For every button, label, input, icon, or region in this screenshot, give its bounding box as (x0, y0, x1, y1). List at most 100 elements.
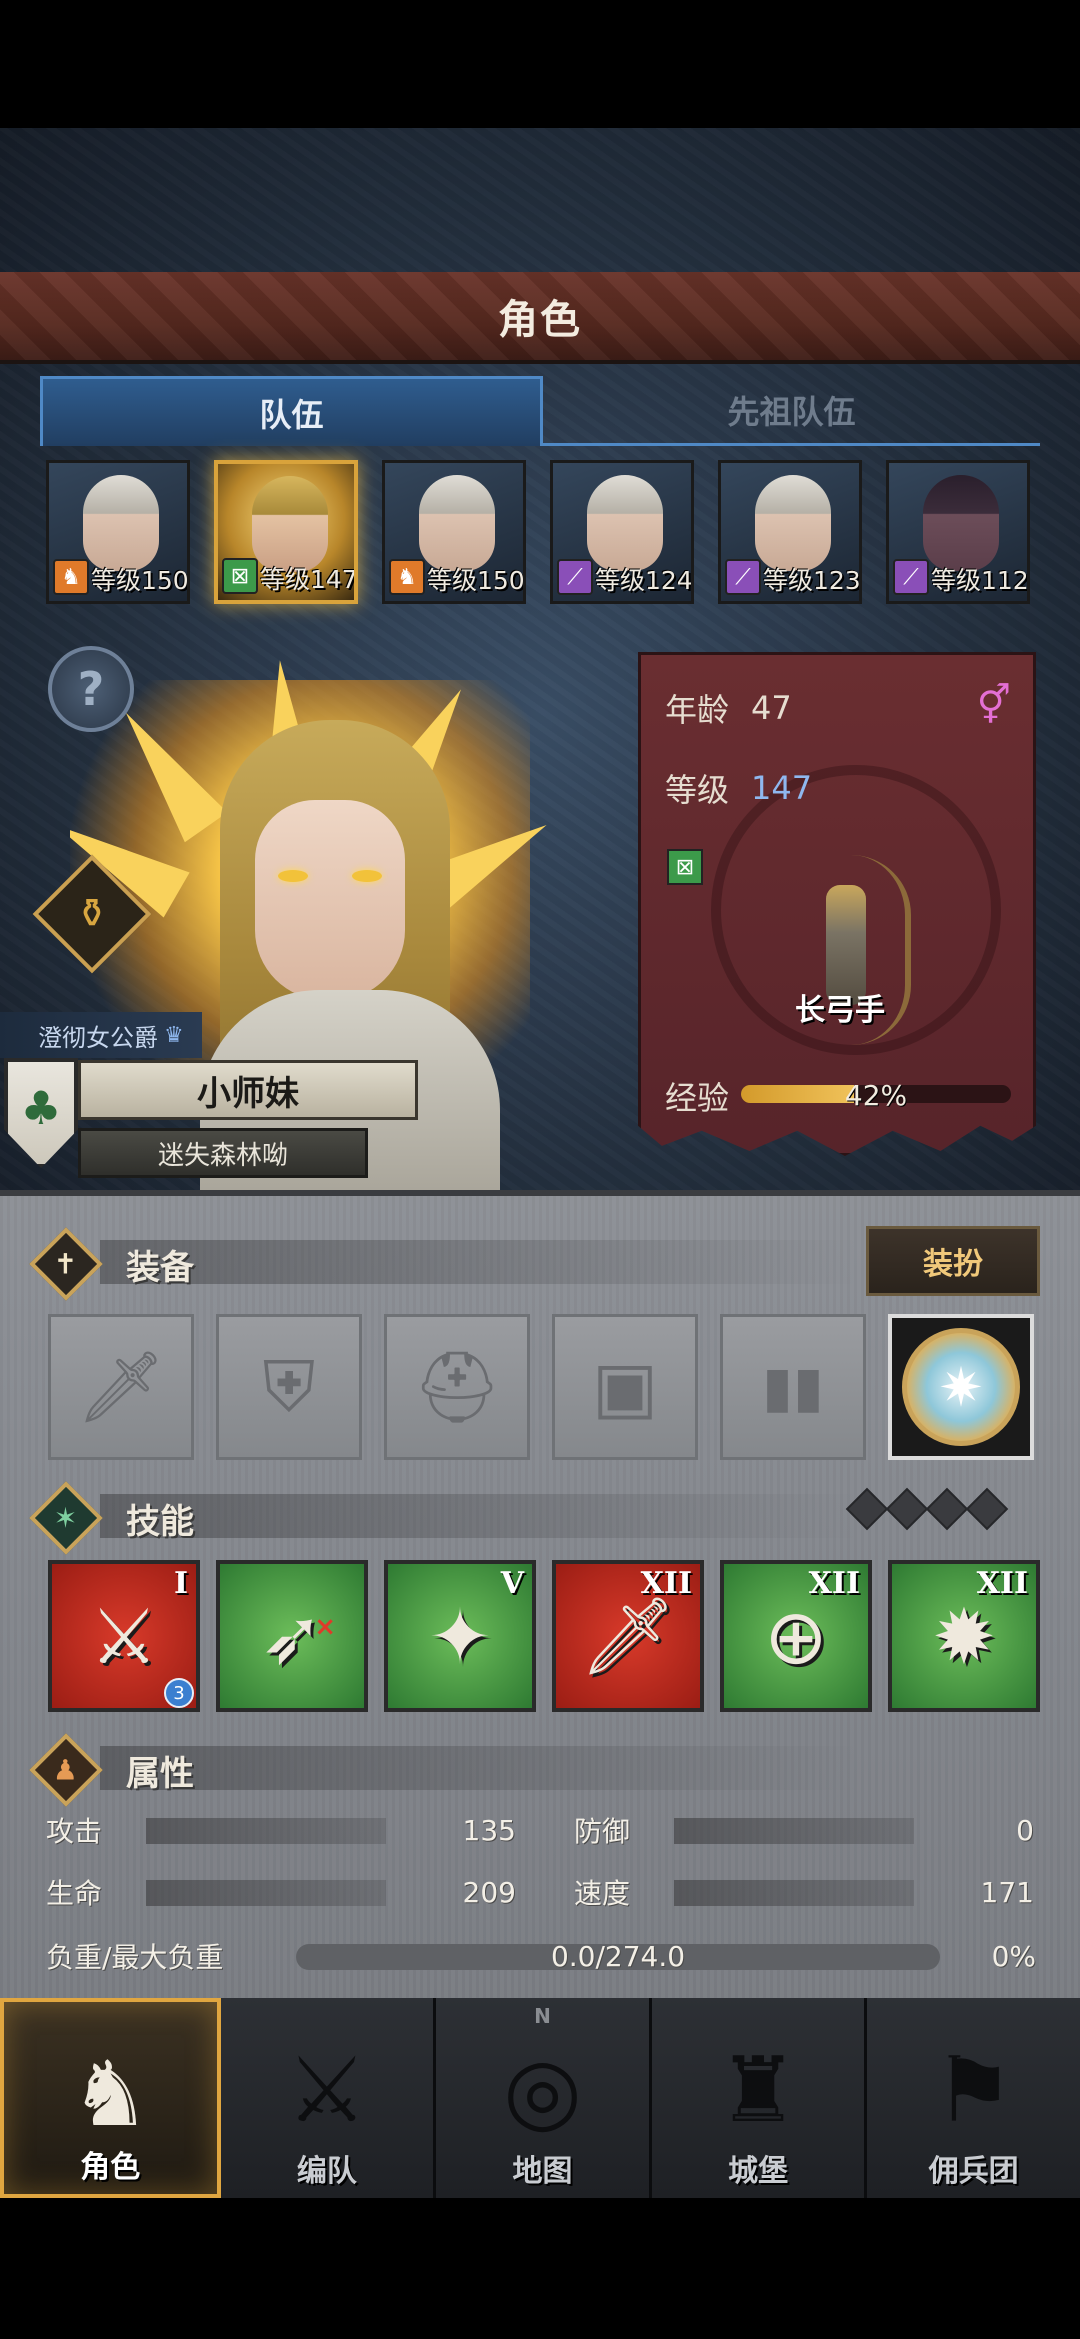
hero-slot-6[interactable]: ⟋ 等级112 (886, 460, 1030, 604)
medallion-icon: ✷ (902, 1328, 1020, 1446)
horse-icon: ♞ (53, 559, 89, 595)
skill-5[interactable]: ⊕ XII (720, 1560, 872, 1712)
skills-header: ✶ 技能 (29, 1481, 194, 1555)
skill-pip (845, 1487, 889, 1531)
skill-point-pips (845, 1487, 1009, 1531)
nav-map[interactable]: N ◎ 地图 (436, 1998, 652, 2198)
tab-ancestor-team[interactable]: 先祖队伍 (543, 376, 1040, 446)
skills-title: 技能 (126, 1501, 194, 1542)
skill-6[interactable]: ✹ XII (888, 1560, 1040, 1712)
hero-slot-1[interactable]: ♞ 等级150 (46, 460, 190, 604)
age-label: 年龄 (665, 691, 730, 729)
nav-label: 城堡 (728, 2154, 789, 2189)
hero-portrait (419, 475, 495, 571)
stat-track (674, 1880, 914, 1906)
skill-3[interactable]: ✦ V (384, 1560, 536, 1712)
team-tabs: 队伍 先祖队伍 (40, 376, 1040, 446)
staff-icon: ⟋ (893, 559, 929, 595)
exp-label: 经验 (665, 1079, 730, 1117)
character-info-card: 年龄 47 ⚥ 等级 147 ⊠ 长弓手 经验 42% (638, 652, 1036, 1156)
noble-title-text: 澄彻女公爵 (38, 1023, 158, 1052)
tab-team[interactable]: 队伍 (40, 376, 543, 446)
page-title: 角色 (498, 297, 582, 343)
level-label: 等级 (665, 771, 730, 809)
skill-1[interactable]: ⚔ I 3 (48, 1560, 200, 1712)
skill-2[interactable]: ➶ × (216, 1560, 368, 1712)
nav-character[interactable]: ♞ 角色 (0, 1998, 221, 2198)
hero-roster: ♞ 等级150 ⊠ 等级147 ♞ 等级150 ⟋ 等级124 ⟋ 等级123 … (46, 460, 1046, 606)
hero-portrait (83, 475, 159, 571)
nav-mercenary[interactable]: ⚑ 佣兵团 (867, 1998, 1080, 2198)
skill-rank: XII (976, 1566, 1028, 1601)
star-icon: ✶ (29, 1481, 103, 1555)
skill-rank: XII (640, 1566, 692, 1601)
hp-label: 生命 (46, 1877, 103, 1910)
hp-stat: 生命 209 (46, 1872, 516, 1912)
class-name: 长弓手 (795, 993, 885, 1028)
compass-map-icon: ◎ (503, 2038, 582, 2143)
age-row: 年龄 47 (665, 685, 792, 731)
section-bar (100, 1494, 860, 1538)
hero-slot-5[interactable]: ⟋ 等级123 (718, 460, 862, 604)
target-skill-icon: ⊕ (764, 1591, 828, 1681)
portrait-face (255, 800, 405, 1000)
helmet-icon: ⛑ (412, 1345, 502, 1428)
staff-icon: ⟋ (557, 559, 593, 595)
stat-track (146, 1880, 386, 1906)
skill-rank: I (173, 1566, 188, 1601)
speed-value: 171 (980, 1875, 1034, 1909)
shield-icon: ⛨ (262, 1345, 316, 1428)
portrait-eye (352, 870, 382, 882)
skill-pip (885, 1487, 929, 1531)
load-label: 负重/最大负重 (46, 1941, 224, 1974)
boots-slot[interactable]: ▮▮ (720, 1314, 866, 1460)
horse-icon: ♞ (389, 559, 425, 595)
blade-skill-icon: 🗡 (579, 1591, 677, 1680)
hero-slot-2[interactable]: ⊠ 等级147 (214, 460, 358, 604)
attack-stat: 攻击 135 (46, 1810, 516, 1850)
crown-icon: ♛ (164, 1022, 184, 1048)
skill-pip (925, 1487, 969, 1531)
hero-level: 等级147 (260, 565, 358, 594)
knight-icon: ♞ (69, 2042, 151, 2147)
nav-castle[interactable]: ♜ 城堡 (651, 1998, 868, 2198)
formation-icon: ⚔ (286, 2038, 368, 2143)
hero-slot-3[interactable]: ♞ 等级150 (382, 460, 526, 604)
defense-value: 0 (1016, 1813, 1034, 1847)
shield-slot[interactable]: ⛨ (216, 1314, 362, 1460)
armor-icon: ▣ (591, 1346, 659, 1428)
weapon-slot[interactable]: 🗡 (48, 1314, 194, 1460)
age-value: 47 (751, 689, 792, 727)
hero-level: 等级112 (931, 566, 1029, 595)
status-bar-area (0, 0, 1080, 128)
attack-value: 135 (462, 1813, 516, 1847)
home-indicator-area (0, 2198, 1080, 2339)
helmet-slot[interactable]: ⛑ (384, 1314, 530, 1460)
sword-icon: 🗡 (76, 1345, 166, 1428)
hero-level: 等级150 (427, 566, 525, 595)
page-title-banner: 角色 (0, 272, 1080, 364)
hero-portrait (923, 475, 999, 571)
dress-up-button[interactable]: 装扮 (866, 1226, 1040, 1296)
nav-formation[interactable]: ⚔ 编队 (220, 1998, 437, 2198)
level-value: 147 (751, 769, 813, 807)
character-name[interactable]: 小师妹 (78, 1060, 418, 1120)
skill-rank: V (500, 1566, 524, 1601)
banner-icon: ⚑ (933, 2038, 1015, 2143)
nav-label: 佣兵团 (928, 2154, 1019, 2189)
accessory-slot[interactable]: ✷ (888, 1314, 1034, 1460)
character-subtitle: 迷失森林呦 (78, 1128, 368, 1178)
exp-percent: 42% (844, 1079, 908, 1112)
bottom-navigation: ♞ 角色 ⚔ 编队 N ◎ 地图 ♜ 城堡 ⚑ 佣兵团 (0, 1998, 1080, 2198)
question-icon[interactable]: ? (48, 646, 134, 732)
hero-slot-4[interactable]: ⟋ 等级124 (550, 460, 694, 604)
load-percent: 0% (991, 1939, 1036, 1973)
skill-4[interactable]: 🗡 XII (552, 1560, 704, 1712)
armor-slot[interactable]: ▣ (552, 1314, 698, 1460)
equipment-title: 装备 (126, 1247, 194, 1288)
hero-portrait (587, 475, 663, 571)
bow-icon: ⊠ (222, 558, 258, 594)
nav-label: 编队 (296, 2154, 357, 2189)
boots-icon: ▮▮ (762, 1354, 824, 1420)
equipment-header: ✝ 装备 (29, 1227, 194, 1301)
